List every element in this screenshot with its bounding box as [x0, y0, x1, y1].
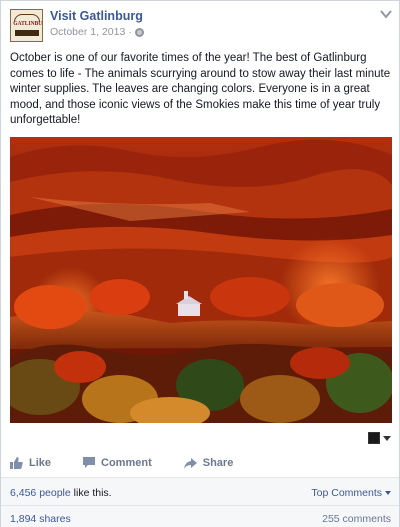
- stats-divider: [1, 505, 399, 506]
- facebook-post: GATLINBURG Visit Gatlinburg October 1, 2…: [0, 0, 400, 527]
- like-button[interactable]: Like: [10, 457, 51, 469]
- comment-label: Comment: [101, 457, 152, 469]
- logo-base: [15, 30, 39, 36]
- autumn-valley-photo: [10, 137, 392, 423]
- caret-down-icon[interactable]: [383, 435, 391, 441]
- post-meta: October 1, 2013 ·: [50, 26, 144, 38]
- thumbs-up-icon: [10, 457, 23, 469]
- caret-down-icon: [385, 491, 391, 495]
- chevron-down-icon[interactable]: [380, 9, 392, 19]
- page-avatar[interactable]: GATLINBURG: [10, 9, 43, 42]
- share-arrow-icon: [183, 457, 197, 469]
- comment-bubble-icon: [83, 457, 96, 468]
- post-actions: Like Comment Share: [10, 454, 392, 472]
- likes-count-link[interactable]: 6,456 people: [10, 487, 71, 499]
- like-label: Like: [29, 457, 52, 469]
- logo-wordmark: GATLINBURG: [13, 21, 43, 27]
- comments-count-link[interactable]: 255 comments: [322, 513, 391, 525]
- photo-thumbnail-icon[interactable]: [368, 432, 380, 444]
- likes-summary: 6,456 people like this.: [10, 487, 112, 499]
- post-message: October is one of our favorite times of …: [10, 52, 391, 126]
- date-separator: ·: [128, 26, 132, 38]
- page-name-link[interactable]: Visit Gatlinburg: [50, 9, 143, 23]
- share-button[interactable]: Share: [183, 457, 234, 469]
- top-comments-label: Top Comments: [311, 487, 382, 499]
- top-comments-dropdown[interactable]: Top Comments: [311, 487, 391, 499]
- post-stats: 6,456 people like this. Top Comments 1,8…: [1, 477, 399, 527]
- likes-suffix: like this.: [70, 487, 112, 499]
- globe-icon: [134, 27, 144, 37]
- post-photo[interactable]: [10, 137, 392, 423]
- post-date-link[interactable]: October 1, 2013: [50, 26, 125, 38]
- shares-count-link[interactable]: 1,894 shares: [10, 513, 71, 525]
- post-header: GATLINBURG Visit Gatlinburg October 1, 2…: [10, 9, 392, 43]
- share-label: Share: [202, 457, 234, 469]
- comment-button[interactable]: Comment: [83, 457, 152, 469]
- photo-options[interactable]: [368, 432, 391, 444]
